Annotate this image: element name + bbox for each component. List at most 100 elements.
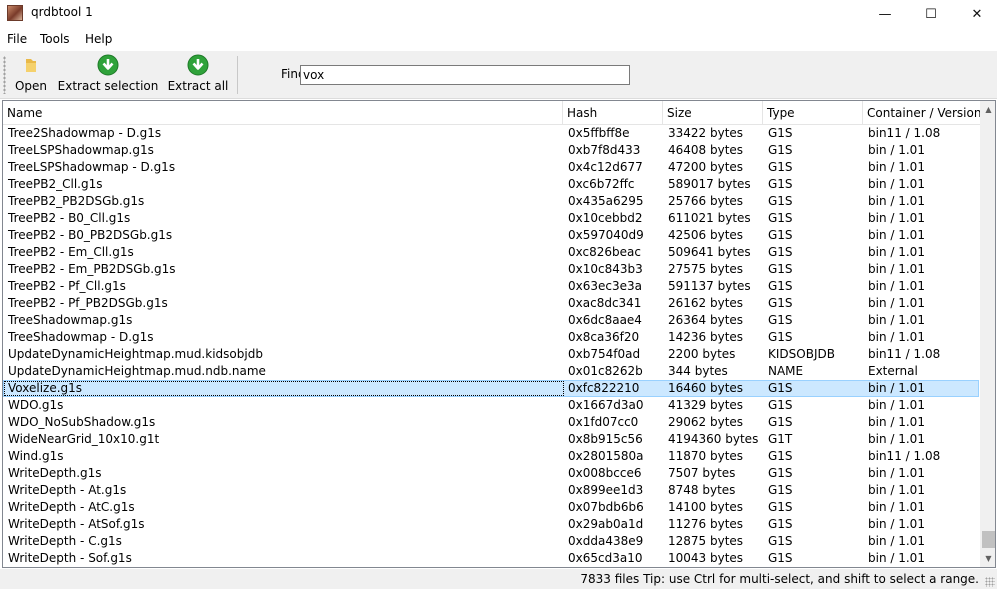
cell-hash: 0x4c12d677 [568,160,643,174]
cell-name: WriteDepth - Sof.g1s [8,551,132,565]
cell-hash: 0x8ca36f20 [568,330,640,344]
menu-bar: File Tools Help [0,29,997,50]
cell-name: UpdateDynamicHeightmap.mud.ndb.name [8,364,266,378]
status-text: 7833 files Tip: use Ctrl for multi-selec… [580,572,979,586]
column-header-type[interactable]: Type [763,101,863,125]
file-list[interactable]: Name ^ Hash Size Type Container / Versio… [2,100,996,568]
cell-size: 10043 bytes [668,551,744,565]
table-row[interactable]: TreePB2 - B0_PB2DSGb.g1s 0x597040d9 42506 … [3,227,979,244]
open-button[interactable]: Open [13,54,49,96]
table-row[interactable]: WDO_NoSubShadow.g1s 0x1fd07cc0 29062 bytes… [3,414,979,431]
cell-hash: 0x10cebbd2 [568,211,643,225]
menu-file[interactable]: File [7,32,27,46]
cell-size: 14236 bytes [668,330,744,344]
table-row[interactable]: TreeShadowmap - D.g1s 0x8ca36f20 14236 byt… [3,329,979,346]
table-row[interactable]: UpdateDynamicHeightmap.mud.kidsobjdb 0xb7… [3,346,979,363]
scrollbar-thumb[interactable] [982,531,995,548]
extract-all-label: Extract all [167,79,229,93]
cell-type: G1S [768,551,793,565]
app-icon[interactable] [7,5,23,21]
cell-size: 33422 bytes [668,126,744,140]
cell-hash: 0x435a6295 [568,194,644,208]
table-row[interactable]: WriteDepth - Sof.g1s 0x65cd3a10 10043 byte… [3,550,979,567]
extract-selection-label: Extract selection [57,79,159,93]
extract-selection-button[interactable]: Extract selection [58,54,158,96]
table-row[interactable]: WriteDepth - C.g1s 0xdda438e9 12875 bytes G… [3,533,979,550]
cell-hash: 0x1667d3a0 [568,398,644,412]
cell-type: NAME [768,364,804,378]
cell-hash: 0xc826beac [568,245,641,259]
maximize-button[interactable]: ☐ [908,0,954,28]
cell-container-version: bin11 / 1.08 [868,126,941,140]
maximize-icon: ☐ [925,6,937,22]
cell-container-version: bin / 1.01 [868,534,925,548]
table-row[interactable]: Wind.g1s 0x2801580a 11870 bytes G1S bin11 / … [3,448,979,465]
cell-hash: 0x63ec3e3a [568,279,642,293]
table-row[interactable]: TreePB2 - Em_Cll.g1s 0xc826beac 509641 byt… [3,244,979,261]
size-grip[interactable] [985,577,995,587]
scroll-down-icon[interactable]: ▼ [980,550,995,567]
find-input[interactable] [300,65,630,85]
table-row[interactable]: TreePB2_PB2DSGb.g1s 0x435a6295 25766 bytes… [3,193,979,210]
sort-ascending-icon: ^ [279,100,287,107]
cell-container-version: bin11 / 1.08 [868,449,941,463]
cell-hash: 0xdda438e9 [568,534,644,548]
column-header-size[interactable]: Size [663,101,763,125]
table-row[interactable]: TreePB2_Cll.g1s 0xc6b72ffc 589017 bytes G1S… [3,176,979,193]
cell-name: WriteDepth.g1s [8,466,102,480]
cell-name: WriteDepth - AtSof.g1s [8,517,145,531]
table-row[interactable]: WideNearGrid_10x10.g1t 0x8b915c56 4194360 … [3,431,979,448]
cell-container-version: bin / 1.01 [868,194,925,208]
table-row[interactable]: WriteDepth.g1s 0x008bcce6 7507 bytes G1S bin… [3,465,979,482]
cell-size: 7507 bytes [668,466,736,480]
cell-size: 509641 bytes [668,245,751,259]
cell-container-version: bin / 1.01 [868,296,925,310]
table-row[interactable]: TreePB2 - Em_PB2DSGb.g1s 0x10c843b3 27575 … [3,261,979,278]
download-arrow-icon [97,54,119,76]
close-button[interactable]: ✕ [954,0,997,28]
cell-size: 611021 bytes [668,211,751,225]
scroll-up-icon[interactable]: ▲ [980,101,995,118]
cell-size: 16460 bytes [668,381,744,395]
toolbar-grip[interactable] [3,56,6,94]
table-row[interactable]: TreePB2 - B0_Cll.g1s 0x10cebbd2 611021 byt… [3,210,979,227]
menu-tools[interactable]: Tools [40,32,70,46]
table-row[interactable]: WriteDepth - AtSof.g1s 0x29ab0a1d 11276 by… [3,516,979,533]
cell-container-version: bin / 1.01 [868,279,925,293]
cell-container-version: bin / 1.01 [868,432,925,446]
cell-type: G1S [768,313,793,327]
cell-hash: 0x65cd3a10 [568,551,643,565]
cell-size: 14100 bytes [668,500,744,514]
table-row[interactable]: WriteDepth - At.g1s 0x899ee1d3 8748 bytes G… [3,482,979,499]
cell-type: G1S [768,211,793,225]
cell-name: TreePB2 - B0_Cll.g1s [8,211,131,225]
table-row[interactable]: TreeShadowmap.g1s 0x6dc8aae4 26364 bytes G1… [3,312,979,329]
column-header-container-version[interactable]: Container / Version [863,101,981,125]
table-row[interactable]: TreeLSPShadowmap.g1s 0xb7f8d433 46408 byte… [3,142,979,159]
cell-hash: 0xb7f8d433 [568,143,641,157]
table-row[interactable]: TreeLSPShadowmap - D.g1s 0x4c12d677 47200 … [3,159,979,176]
vertical-scrollbar[interactable]: ▲ ▼ [980,101,995,567]
column-header-hash[interactable]: Hash [563,101,663,125]
cell-container-version: bin / 1.01 [868,483,925,497]
cell-type: G1S [768,160,793,174]
cell-name: WriteDepth - At.g1s [8,483,127,497]
cell-name: TreePB2 - Pf_Cll.g1s [8,279,126,293]
table-row[interactable]: WriteDepth - AtC.g1s 0x07bdb6b6 14100 byte… [3,499,979,516]
table-row[interactable]: Tree2Shadowmap - D.g1s 0x5ffbff8e 33422 by… [3,125,979,142]
close-icon: ✕ [971,6,983,22]
table-row[interactable]: WDO.g1s 0x1667d3a0 41329 bytes G1S bin / 1.0… [3,397,979,414]
table-row[interactable]: UpdateDynamicHeightmap.mud.ndb.name 0x01c… [3,363,979,380]
menu-help[interactable]: Help [85,32,112,46]
window-title: qrdbtool 1 [31,5,93,19]
minimize-button[interactable]: — [862,0,908,28]
table-row-selected[interactable]: Voxelize.g1s 0xfc822210 16460 bytes G1S bin … [3,380,979,397]
cell-container-version: bin / 1.01 [868,211,925,225]
cell-container-version: bin / 1.01 [868,143,925,157]
cell-type: G1S [768,194,793,208]
extract-all-button[interactable]: Extract all [167,54,229,96]
cell-hash: 0x008bcce6 [568,466,642,480]
cell-size: 2200 bytes [668,347,736,361]
table-row[interactable]: TreePB2 - Pf_PB2DSGb.g1s 0xac8dc341 26162 … [3,295,979,312]
table-row[interactable]: TreePB2 - Pf_Cll.g1s 0x63ec3e3a 591137 byt… [3,278,979,295]
